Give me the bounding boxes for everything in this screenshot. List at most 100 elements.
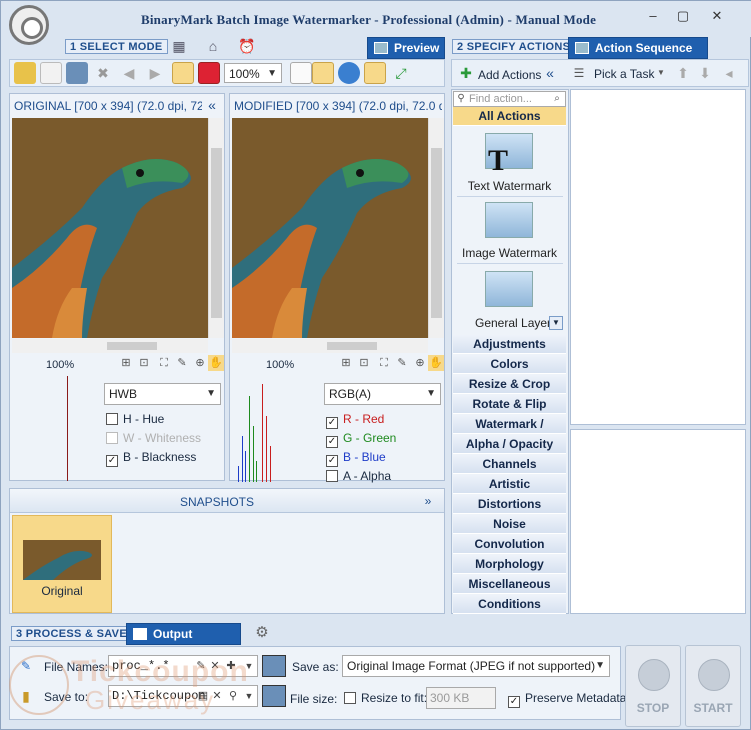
histogram-icon[interactable] bbox=[172, 62, 194, 84]
fullscreen-icon[interactable]: ⛶ bbox=[376, 355, 392, 371]
chevron-down-icon[interactable]: ▼ bbox=[549, 316, 563, 330]
original-hscroll[interactable] bbox=[12, 339, 208, 353]
original-channel-box[interactable]: ✓ bbox=[106, 455, 118, 467]
auto-preview-icon[interactable] bbox=[364, 62, 386, 84]
modified-vscroll-thumb[interactable] bbox=[431, 148, 442, 318]
fullscreen-icon[interactable]: ⛶ bbox=[156, 355, 172, 371]
original-hscroll-thumb[interactable] bbox=[107, 342, 157, 350]
modified-hscroll[interactable] bbox=[232, 339, 428, 353]
modified-channel-box[interactable]: ✓ bbox=[326, 436, 338, 448]
settings-gear-icon[interactable]: ⚙ bbox=[253, 622, 271, 644]
general-layer-icon[interactable] bbox=[485, 271, 533, 307]
stop-button[interactable]: STOP bbox=[625, 645, 681, 727]
minimize-button[interactable]: – bbox=[638, 6, 668, 28]
original-image[interactable] bbox=[12, 118, 208, 338]
category-item[interactable]: Conditions bbox=[453, 595, 566, 614]
open-folder-icon[interactable] bbox=[14, 62, 36, 84]
pan-hand-icon[interactable]: ✋ bbox=[428, 355, 444, 371]
category-item[interactable]: Miscellaneous bbox=[453, 575, 566, 594]
category-all-actions[interactable]: All Actions bbox=[453, 107, 566, 126]
category-item[interactable]: Artistic bbox=[453, 475, 566, 494]
preserve-metadata-checkbox[interactable]: ✓ Preserve Metadata bbox=[508, 691, 626, 708]
tab-action-sequence[interactable]: Action Sequence (0) bbox=[568, 37, 708, 75]
refresh-icon[interactable] bbox=[338, 62, 360, 84]
modified-vscroll[interactable] bbox=[428, 118, 444, 338]
original-vscroll-thumb[interactable] bbox=[211, 148, 222, 318]
fit-window-icon[interactable]: ⊞ bbox=[118, 355, 134, 371]
compare-icon[interactable] bbox=[198, 62, 220, 84]
close-button[interactable]: ✕ bbox=[702, 6, 732, 28]
modified-channel-box[interactable] bbox=[326, 470, 338, 482]
original-channel-checkbox[interactable]: H - Hue bbox=[106, 412, 164, 426]
scroll-left-icon[interactable]: ◂ bbox=[720, 62, 738, 84]
category-item[interactable]: Morphology bbox=[453, 555, 566, 574]
modified-channel-checkbox[interactable]: A - Alpha bbox=[326, 469, 391, 483]
add-actions-icon[interactable]: ✚ bbox=[456, 62, 476, 84]
image-watermark-icon[interactable] bbox=[485, 202, 533, 238]
category-item[interactable]: Distortions bbox=[453, 495, 566, 514]
app-menu-gear-icon[interactable] bbox=[9, 5, 49, 45]
add-actions-label[interactable]: Add Actions bbox=[478, 68, 541, 82]
category-item[interactable]: Colors bbox=[453, 355, 566, 374]
single-view-icon[interactable] bbox=[290, 62, 312, 84]
maximize-button[interactable]: ▢ bbox=[668, 6, 698, 28]
original-channel-box[interactable] bbox=[106, 432, 118, 444]
folder-mode-icon[interactable]: ⌂ bbox=[203, 35, 223, 57]
find-action-input[interactable]: ⚲ Find action... ⌕ bbox=[453, 91, 566, 107]
modified-channel-checkbox[interactable]: ✓ B - Blue bbox=[326, 450, 386, 467]
original-vscroll[interactable] bbox=[208, 118, 224, 338]
collapse-icon[interactable]: « bbox=[204, 94, 220, 116]
collapse-icon[interactable]: » bbox=[420, 489, 436, 513]
text-watermark-icon[interactable]: T bbox=[485, 133, 533, 177]
modified-channel-select[interactable]: RGB(A) ▼ bbox=[324, 383, 441, 405]
zoom-select[interactable]: 100% ▼ bbox=[224, 63, 282, 83]
task-list-icon[interactable]: ☰ bbox=[570, 62, 588, 84]
move-up-icon[interactable]: ⬆ bbox=[674, 62, 692, 84]
zoom-tool-icon[interactable]: ⊕ bbox=[412, 355, 428, 371]
delete-icon[interactable]: ✖ bbox=[92, 62, 114, 84]
modified-channel-checkbox[interactable]: ✓ R - Red bbox=[326, 412, 384, 429]
split-view-icon[interactable] bbox=[312, 62, 334, 84]
back-icon[interactable]: ◀ bbox=[118, 62, 140, 84]
alarm-mode-icon[interactable]: ⏰ bbox=[237, 35, 257, 57]
modified-channel-checkbox[interactable]: ✓ G - Green bbox=[326, 431, 396, 448]
resize-to-fit-checkbox[interactable]: Resize to fit: bbox=[344, 691, 427, 705]
modified-image[interactable] bbox=[232, 118, 428, 338]
action-image-watermark[interactable]: Image Watermark bbox=[453, 246, 566, 260]
category-item[interactable]: Watermark / Overlay bbox=[453, 415, 566, 450]
eyedropper-icon[interactable]: ✎ bbox=[174, 355, 190, 371]
modified-channel-box[interactable]: ✓ bbox=[326, 417, 338, 429]
search-icon[interactable]: ⚲ bbox=[226, 689, 240, 703]
category-item[interactable]: Convolution bbox=[453, 535, 566, 554]
tab-output-settings[interactable]: Output Settings bbox=[126, 623, 241, 661]
forward-icon[interactable]: ▶ bbox=[144, 62, 166, 84]
fit-window-icon[interactable]: ⊞ bbox=[338, 355, 354, 371]
zoom-tool-icon[interactable]: ⊕ bbox=[192, 355, 208, 371]
category-item[interactable]: Resize & Crop bbox=[453, 375, 566, 394]
eyedropper-icon[interactable]: ✎ bbox=[394, 355, 410, 371]
action-text-watermark[interactable]: Text Watermark bbox=[453, 179, 566, 193]
preserve-metadata-box[interactable]: ✓ bbox=[508, 696, 520, 708]
modified-hscroll-thumb[interactable] bbox=[327, 342, 377, 350]
image-icon[interactable] bbox=[66, 62, 88, 84]
tab-preview[interactable]: Preview bbox=[367, 37, 445, 59]
resize-size-input[interactable]: 300 KB bbox=[426, 687, 496, 709]
original-channel-checkbox[interactable]: W - Whiteness bbox=[106, 431, 201, 445]
actual-size-icon[interactable]: ⊡ bbox=[356, 355, 372, 371]
action-sequence-list[interactable] bbox=[570, 89, 746, 425]
start-button[interactable]: START bbox=[685, 645, 741, 727]
chevron-down-icon[interactable]: ▼ bbox=[242, 689, 256, 703]
resize-to-fit-box[interactable] bbox=[344, 692, 356, 704]
original-channel-box[interactable] bbox=[106, 413, 118, 425]
category-item[interactable]: Channels bbox=[453, 455, 566, 474]
category-item[interactable]: Alpha / Opacity bbox=[453, 435, 566, 454]
chevron-down-icon[interactable]: ▼ bbox=[656, 62, 666, 84]
fit-icon[interactable]: ⤢ bbox=[390, 62, 412, 84]
category-item[interactable]: Noise bbox=[453, 515, 566, 534]
snapshot-item[interactable]: Original bbox=[12, 515, 112, 613]
category-item[interactable]: Rotate & Flip bbox=[453, 395, 566, 414]
clipboard-icon[interactable] bbox=[40, 62, 62, 84]
original-channel-select[interactable]: HWB ▼ bbox=[104, 383, 221, 405]
pan-hand-icon[interactable]: ✋ bbox=[208, 355, 224, 371]
modified-channel-box[interactable]: ✓ bbox=[326, 455, 338, 467]
